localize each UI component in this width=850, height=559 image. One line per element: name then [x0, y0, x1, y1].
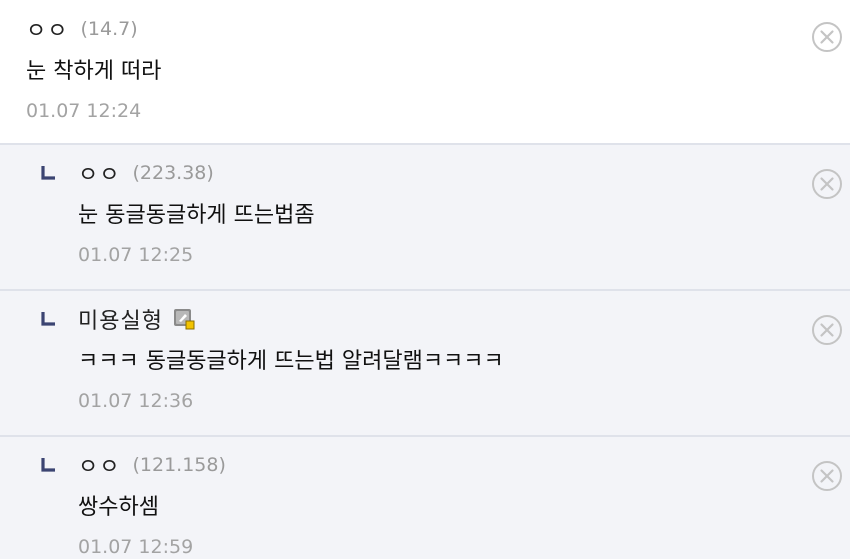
comment-header: ㅇㅇ (223.38) [40, 158, 850, 188]
nickname[interactable]: 미용실형 [78, 303, 163, 335]
close-circle-icon [812, 315, 842, 345]
ip-address: (121.158) [132, 454, 226, 476]
close-circle-icon [812, 169, 842, 199]
comment-timestamp: 01.07 12:24 [26, 100, 142, 122]
reply-item: ㅇㅇ (121.158) 쌍수하셈 01.07 12:59 [0, 437, 850, 559]
reply-arrow-icon [40, 450, 78, 480]
comment-header: 미용실형 [40, 304, 850, 334]
close-circle-icon [812, 461, 842, 491]
comment-item: ㅇㅇ (14.7) 눈 착하게 떠라 01.07 12:24 [0, 0, 850, 145]
fixed-nickname-icon [173, 308, 195, 330]
ip-address: (14.7) [80, 18, 138, 40]
comment-text: 눈 동글동글하게 뜨는법좀 [78, 203, 315, 228]
delete-comment-button[interactable] [810, 20, 844, 54]
comment-header: ㅇㅇ (14.7) [26, 14, 850, 44]
comment-timestamp: 01.07 12:36 [78, 390, 194, 412]
delete-comment-button[interactable] [810, 459, 844, 493]
ip-address: (223.38) [132, 162, 214, 184]
reply-arrow-icon [40, 158, 78, 188]
nickname[interactable]: ㅇㅇ [26, 13, 68, 45]
comment-timestamp: 01.07 12:59 [78, 536, 194, 558]
comment-text: 쌍수하셈 [78, 495, 159, 520]
comment-text: 눈 착하게 떠라 [26, 59, 162, 84]
delete-comment-button[interactable] [810, 313, 844, 347]
nickname[interactable]: ㅇㅇ [78, 157, 120, 189]
reply-arrow-icon [40, 304, 78, 334]
delete-comment-button[interactable] [810, 167, 844, 201]
reply-item: 미용실형 ㅋㅋㅋ 동글동글하게 뜨는법 알려달램ㅋㅋㅋㅋ 01.07 12:36 [0, 291, 850, 437]
close-circle-icon [812, 22, 842, 52]
nickname[interactable]: ㅇㅇ [78, 449, 120, 481]
comment-timestamp: 01.07 12:25 [78, 244, 194, 266]
comment-text: ㅋㅋㅋ 동글동글하게 뜨는법 알려달램ㅋㅋㅋㅋ [78, 349, 504, 374]
comment-list: ㅇㅇ (14.7) 눈 착하게 떠라 01.07 12:24 ㅇㅇ (223.3… [0, 0, 850, 559]
reply-item: ㅇㅇ (223.38) 눈 동글동글하게 뜨는법좀 01.07 12:25 [0, 145, 850, 291]
comment-header: ㅇㅇ (121.158) [40, 450, 850, 480]
